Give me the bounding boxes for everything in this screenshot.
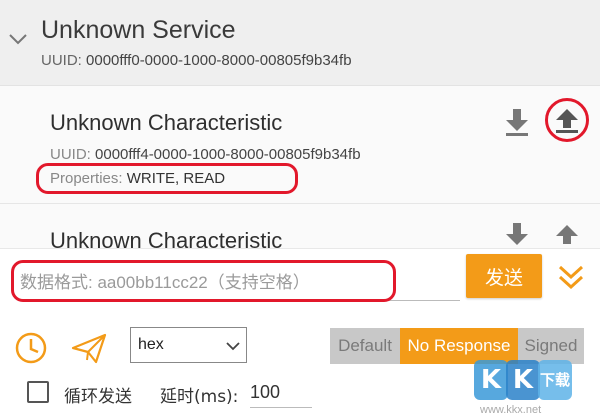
properties-value: WRITE, READ <box>126 170 226 187</box>
watermark-letter: 下载 <box>538 360 572 400</box>
characteristic-title: Unknown Characteristic <box>50 110 283 135</box>
characteristic-title: Unknown Characteristic <box>50 228 283 248</box>
send-button[interactable]: 发送 <box>466 254 542 298</box>
loop-send-label: 循环发送 <box>64 387 132 407</box>
loop-send-checkbox[interactable] <box>27 381 49 403</box>
format-select-value: hex <box>138 336 164 353</box>
write-type-default[interactable]: Default <box>330 328 400 364</box>
double-chevron-down-icon[interactable] <box>556 262 586 292</box>
download-icon[interactable] <box>502 220 532 246</box>
characteristic-properties: Properties: WRITE, READ <box>50 170 225 187</box>
properties-label: Properties: <box>50 170 123 187</box>
write-type-no-response[interactable]: No Response <box>400 328 518 364</box>
characteristic-item: Unknown Characteristic UUID: 0000fff4-00… <box>0 86 600 204</box>
upload-icon[interactable] <box>552 104 582 136</box>
data-input[interactable] <box>20 265 460 301</box>
delay-input[interactable] <box>250 378 312 408</box>
chevron-down-icon[interactable] <box>8 32 28 46</box>
paper-plane-icon[interactable] <box>70 331 108 365</box>
watermark-letter: K <box>474 360 508 400</box>
clock-icon[interactable] <box>14 331 48 365</box>
watermark-url: www.kkx.net <box>480 404 542 416</box>
service-uuid: UUID: 0000fff0-0000-1000-8000-00805f9b34… <box>41 52 352 69</box>
characteristic-uuid-label: UUID: <box>50 146 91 163</box>
download-icon[interactable] <box>502 106 532 138</box>
triangle-down-icon <box>226 339 240 351</box>
characteristic-uuid: UUID: 0000fff4-0000-1000-8000-00805f9b34… <box>50 146 361 163</box>
format-select[interactable]: hex <box>130 327 247 363</box>
watermark-letter: K <box>506 360 540 400</box>
service-title: Unknown Service <box>41 16 236 44</box>
service-header[interactable]: Unknown Service UUID: 0000fff0-0000-1000… <box>0 0 600 86</box>
characteristic-uuid-value: 0000fff4-0000-1000-8000-00805f9b34fb <box>95 146 361 163</box>
service-uuid-label: UUID: <box>41 52 82 69</box>
service-uuid-value: 0000fff0-0000-1000-8000-00805f9b34fb <box>86 52 352 69</box>
delay-label: 延时(ms): <box>160 387 239 407</box>
write-type-signed[interactable]: Signed <box>518 328 584 364</box>
watermark-logo: K K 下载 www.kkx.net <box>470 360 596 418</box>
upload-icon[interactable] <box>552 220 582 246</box>
